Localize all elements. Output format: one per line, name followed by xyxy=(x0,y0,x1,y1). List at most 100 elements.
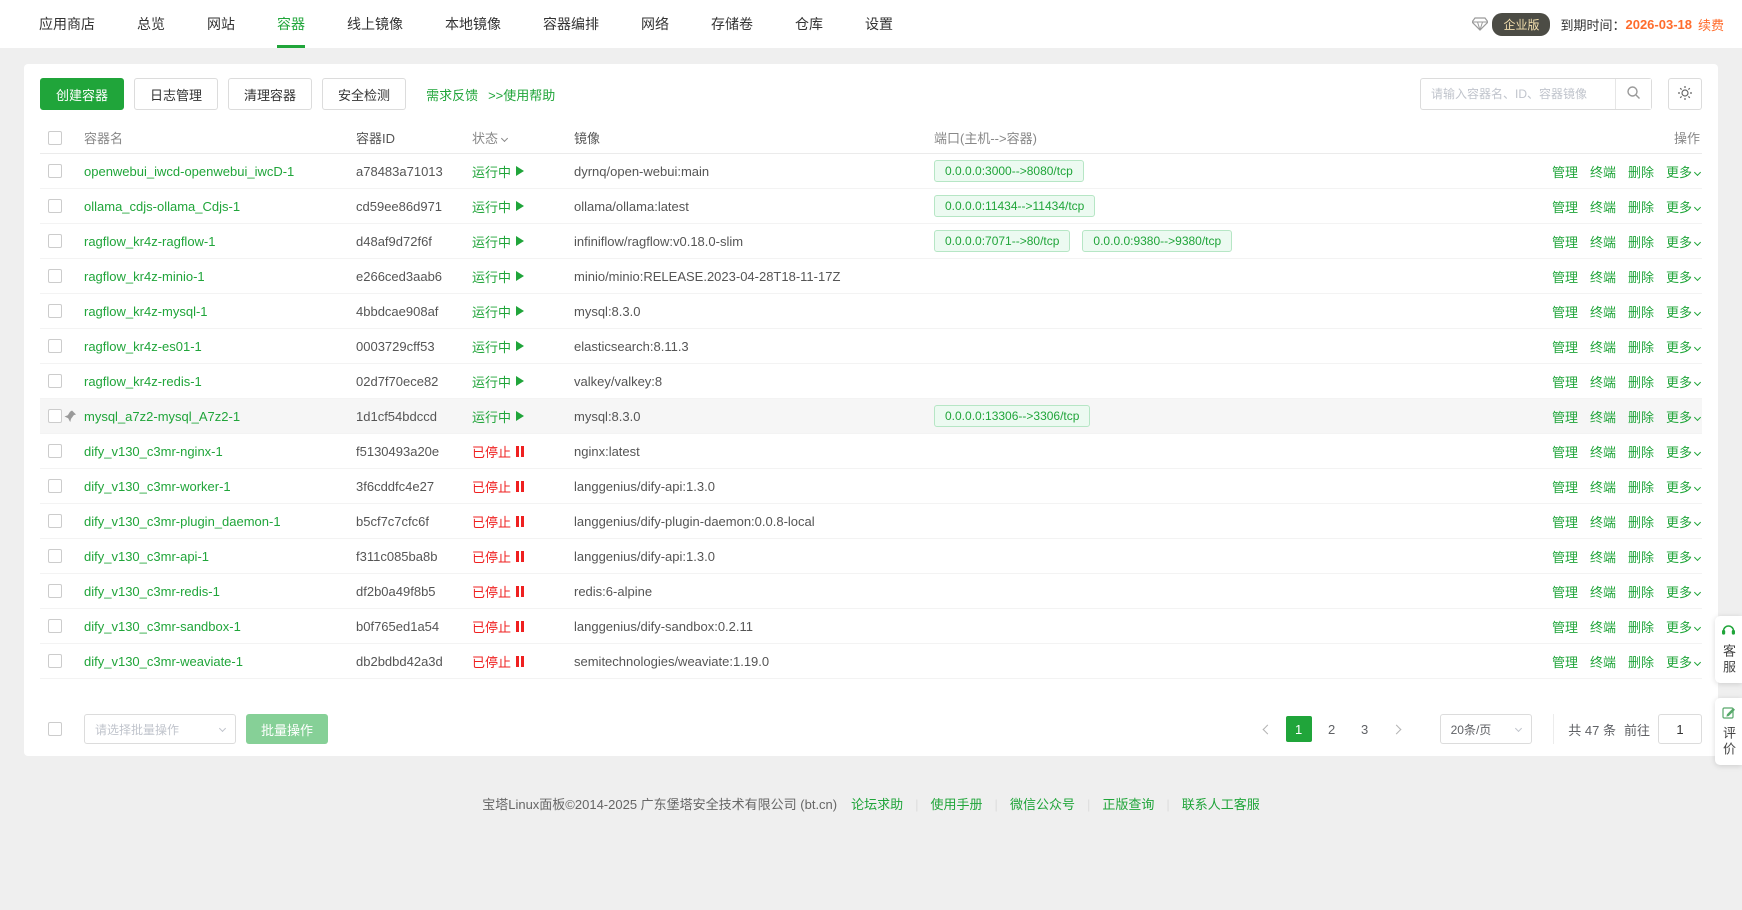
page-size-select[interactable]: 20条/页 xyxy=(1440,714,1533,744)
delete-link[interactable]: 删除 xyxy=(1628,407,1654,426)
feedback-link[interactable]: 需求反馈 xyxy=(426,85,478,104)
row-checkbox[interactable] xyxy=(48,199,62,213)
play-icon[interactable] xyxy=(516,271,524,281)
pause-icon[interactable] xyxy=(516,656,524,667)
container-name-link[interactable]: ragflow_kr4z-mysql-1 xyxy=(84,304,208,319)
play-icon[interactable] xyxy=(516,341,524,351)
review-widget[interactable]: 评价 xyxy=(1715,698,1742,765)
security-check-button[interactable]: 安全检测 xyxy=(322,78,406,110)
container-name-link[interactable]: dify_v130_c3mr-redis-1 xyxy=(84,584,220,599)
terminal-link[interactable]: 终端 xyxy=(1590,232,1616,251)
terminal-link[interactable]: 终端 xyxy=(1590,442,1616,461)
row-checkbox[interactable] xyxy=(48,654,62,668)
container-status[interactable]: 运行中 xyxy=(472,337,574,356)
delete-link[interactable]: 删除 xyxy=(1628,267,1654,286)
terminal-link[interactable]: 终端 xyxy=(1590,652,1616,671)
nav-tab[interactable]: 网站 xyxy=(186,0,256,48)
manage-link[interactable]: 管理 xyxy=(1552,232,1578,251)
terminal-link[interactable]: 终端 xyxy=(1590,337,1616,356)
more-link[interactable]: 更多 xyxy=(1666,232,1700,251)
play-icon[interactable] xyxy=(516,376,524,386)
container-name-link[interactable]: ragflow_kr4z-ragflow-1 xyxy=(84,234,216,249)
terminal-link[interactable]: 终端 xyxy=(1590,162,1616,181)
delete-link[interactable]: 删除 xyxy=(1628,232,1654,251)
more-link[interactable]: 更多 xyxy=(1666,267,1700,286)
delete-link[interactable]: 删除 xyxy=(1628,617,1654,636)
container-name-link[interactable]: dify_v130_c3mr-plugin_daemon-1 xyxy=(84,514,281,529)
footer-link[interactable]: 正版查询 xyxy=(1075,794,1154,813)
delete-link[interactable]: 删除 xyxy=(1628,652,1654,671)
container-name-link[interactable]: dify_v130_c3mr-api-1 xyxy=(84,549,209,564)
footer-link[interactable]: 微信公众号 xyxy=(983,794,1075,813)
renew-link[interactable]: 续费 xyxy=(1698,15,1724,34)
terminal-link[interactable]: 终端 xyxy=(1590,302,1616,321)
page-number-button[interactable]: 3 xyxy=(1352,716,1378,742)
row-checkbox[interactable] xyxy=(48,584,62,598)
license-badge[interactable]: 企业版 xyxy=(1492,13,1550,36)
row-checkbox[interactable] xyxy=(48,619,62,633)
delete-link[interactable]: 删除 xyxy=(1628,442,1654,461)
nav-tab[interactable]: 仓库 xyxy=(774,0,844,48)
terminal-link[interactable]: 终端 xyxy=(1590,617,1616,636)
container-status[interactable]: 已停止 xyxy=(472,582,574,601)
pause-icon[interactable] xyxy=(516,481,524,492)
manage-link[interactable]: 管理 xyxy=(1552,477,1578,496)
container-status[interactable]: 已停止 xyxy=(472,617,574,636)
container-status[interactable]: 运行中 xyxy=(472,267,574,286)
help-link[interactable]: >>使用帮助 xyxy=(488,85,555,104)
more-link[interactable]: 更多 xyxy=(1666,337,1700,356)
row-checkbox[interactable] xyxy=(48,444,62,458)
play-icon[interactable] xyxy=(516,166,524,176)
container-name-link[interactable]: dify_v130_c3mr-weaviate-1 xyxy=(84,654,243,669)
container-name-link[interactable]: openwebui_iwcd-openwebui_iwcD-1 xyxy=(84,164,294,179)
container-name-link[interactable]: ragflow_kr4z-redis-1 xyxy=(84,374,202,389)
terminal-link[interactable]: 终端 xyxy=(1590,512,1616,531)
terminal-link[interactable]: 终端 xyxy=(1590,197,1616,216)
terminal-link[interactable]: 终端 xyxy=(1590,547,1616,566)
terminal-link[interactable]: 终端 xyxy=(1590,372,1616,391)
container-status[interactable]: 运行中 xyxy=(472,197,574,216)
container-status[interactable]: 运行中 xyxy=(472,162,574,181)
container-status[interactable]: 已停止 xyxy=(472,547,574,566)
pause-icon[interactable] xyxy=(516,516,524,527)
manage-link[interactable]: 管理 xyxy=(1552,372,1578,391)
container-status[interactable]: 运行中 xyxy=(472,372,574,391)
terminal-link[interactable]: 终端 xyxy=(1590,267,1616,286)
pause-icon[interactable] xyxy=(516,586,524,597)
terminal-link[interactable]: 终端 xyxy=(1590,582,1616,601)
more-link[interactable]: 更多 xyxy=(1666,582,1700,601)
container-status[interactable]: 已停止 xyxy=(472,442,574,461)
more-link[interactable]: 更多 xyxy=(1666,547,1700,566)
delete-link[interactable]: 删除 xyxy=(1628,337,1654,356)
more-link[interactable]: 更多 xyxy=(1666,302,1700,321)
container-status[interactable]: 已停止 xyxy=(472,512,574,531)
manage-link[interactable]: 管理 xyxy=(1552,547,1578,566)
nav-tab[interactable]: 应用商店 xyxy=(18,0,116,48)
footer-link[interactable]: 联系人工客服 xyxy=(1154,794,1259,813)
container-name-link[interactable]: dify_v130_c3mr-worker-1 xyxy=(84,479,231,494)
manage-link[interactable]: 管理 xyxy=(1552,302,1578,321)
row-checkbox[interactable] xyxy=(48,304,62,318)
row-checkbox[interactable] xyxy=(48,234,62,248)
nav-tab[interactable]: 容器 xyxy=(256,0,326,48)
play-icon[interactable] xyxy=(516,411,524,421)
pause-icon[interactable] xyxy=(516,446,524,457)
batch-select-all-checkbox[interactable] xyxy=(48,722,62,736)
container-name-link[interactable]: dify_v130_c3mr-nginx-1 xyxy=(84,444,223,459)
delete-link[interactable]: 删除 xyxy=(1628,197,1654,216)
more-link[interactable]: 更多 xyxy=(1666,407,1700,426)
container-name-link[interactable]: ragflow_kr4z-minio-1 xyxy=(84,269,205,284)
container-status[interactable]: 已停止 xyxy=(472,687,574,688)
delete-link[interactable]: 删除 xyxy=(1628,582,1654,601)
nav-tab[interactable]: 线上镜像 xyxy=(326,0,424,48)
container-status[interactable]: 已停止 xyxy=(472,652,574,671)
container-name-link[interactable]: ragflow_kr4z-es01-1 xyxy=(84,339,202,354)
delete-link[interactable]: 删除 xyxy=(1628,512,1654,531)
header-status[interactable]: 状态 xyxy=(472,128,574,147)
container-name-link[interactable]: dify_v130_c3mr-sandbox-1 xyxy=(84,619,241,634)
clean-container-button[interactable]: 清理容器 xyxy=(228,78,312,110)
more-link[interactable]: 更多 xyxy=(1666,687,1700,688)
container-status[interactable]: 运行中 xyxy=(472,302,574,321)
batch-action-select[interactable]: 请选择批量操作 xyxy=(84,714,236,744)
play-icon[interactable] xyxy=(516,201,524,211)
